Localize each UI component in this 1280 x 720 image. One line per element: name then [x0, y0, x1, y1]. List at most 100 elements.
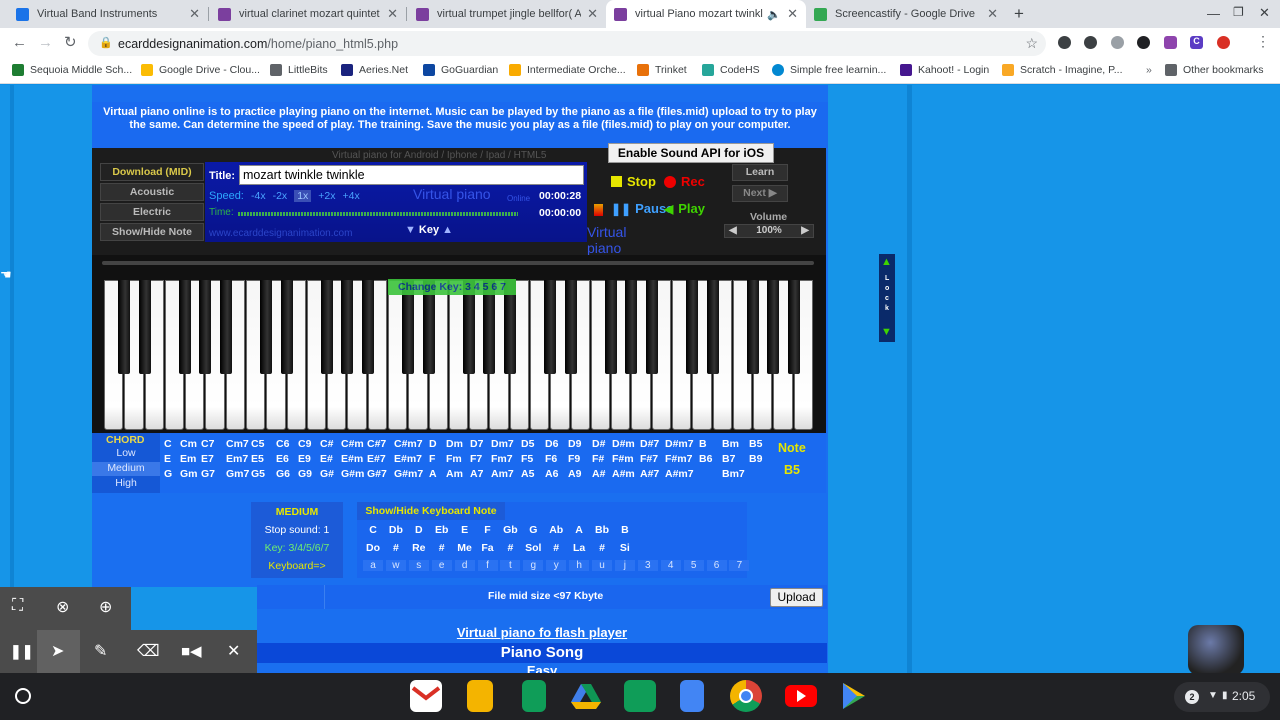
focus-mouse-icon[interactable]: ⛶ [12, 597, 23, 615]
chrome-icon[interactable] [730, 680, 762, 712]
chord-button[interactable]: D5 [521, 438, 534, 450]
note-name[interactable]: Bb [592, 524, 612, 536]
bookmark-item[interactable]: Scratch - Imagine, P... [1002, 64, 1123, 76]
tab-screencastify[interactable]: Screencastify - Google Drive ✕ [806, 0, 1006, 28]
keyboard-key[interactable]: f [477, 560, 498, 571]
keyboard-key[interactable]: 7 [729, 560, 750, 571]
black-key[interactable] [260, 280, 273, 374]
keyboard-key[interactable]: 6 [706, 560, 727, 571]
tab-piano[interactable]: virtual Piano mozart twinkle 🔈 ✕ [606, 0, 806, 28]
lock-widget[interactable]: ▲ Lock ▼ [879, 254, 895, 342]
black-key[interactable] [564, 280, 577, 374]
chord-button[interactable]: Em [180, 453, 196, 465]
chord-button[interactable]: F#m [612, 453, 634, 465]
speed-plus4x[interactable]: +4x [343, 190, 360, 202]
chord-button[interactable]: A9 [568, 468, 581, 480]
chord-button[interactable]: D [429, 438, 437, 450]
tab-trumpet[interactable]: virtual trumpet jingle bellfor( And ✕ [408, 0, 606, 28]
highlight-clicks-icon[interactable]: ⊕ [99, 597, 112, 617]
keyboard-note-toggle[interactable]: Show/Hide Keyboard Note [357, 502, 505, 520]
chord-button[interactable]: Gm [180, 468, 198, 480]
keyboard-key[interactable]: 5 [683, 560, 704, 571]
chord-button[interactable]: Gm7 [226, 468, 249, 480]
chord-mode-high[interactable]: High [92, 477, 160, 489]
chord-button[interactable]: G9 [298, 468, 312, 480]
chord-button[interactable]: Fm [446, 453, 462, 465]
time-progress-bar[interactable] [238, 212, 518, 216]
extension-icon[interactable] [1058, 36, 1071, 49]
chord-button[interactable]: B7 [722, 453, 735, 465]
black-key[interactable] [138, 280, 151, 374]
keyboard-key[interactable]: g [523, 560, 544, 571]
google-sheets-icon[interactable] [522, 680, 546, 712]
keyboard-key[interactable]: y [546, 560, 567, 571]
chord-button[interactable]: Cm7 [226, 438, 249, 450]
chord-button[interactable]: F5 [521, 453, 533, 465]
audio-playing-icon[interactable]: 🔈 [767, 8, 781, 21]
new-tab-icon[interactable]: + [1014, 4, 1024, 24]
keyboard-key[interactable]: s [408, 560, 429, 571]
status-tray[interactable]: 2 ▼ ▮ 2:05 [1174, 682, 1270, 712]
reload-icon[interactable]: ↻ [64, 33, 77, 51]
chord-button[interactable]: C [164, 438, 172, 450]
bookmark-item[interactable]: LittleBits [270, 64, 328, 76]
bookmark-item[interactable]: Simple free learnin... [772, 64, 886, 76]
note-name[interactable]: G [523, 524, 543, 536]
black-key[interactable] [706, 280, 719, 374]
google-docs-icon[interactable] [680, 680, 704, 712]
keyboard-key[interactable]: j [614, 560, 635, 571]
chord-button[interactable]: B9 [749, 453, 762, 465]
chord-button[interactable]: G [164, 468, 172, 480]
chord-button[interactable]: C#m7 [394, 438, 423, 450]
keyboard-key[interactable]: d [454, 560, 475, 571]
menu-kebab-icon[interactable]: ⋮ [1256, 33, 1270, 50]
bookmarks-overflow-icon[interactable]: » [1146, 64, 1152, 76]
back-icon[interactable]: ← [12, 34, 27, 51]
tab-clarinet[interactable]: virtual clarinet mozart quintet k5 ✕ [210, 0, 406, 28]
volume-control[interactable]: ◀ 100% ▶ [724, 224, 814, 238]
note-name[interactable]: Ab [546, 524, 566, 536]
bookmark-star-icon[interactable]: ☆ [1025, 35, 1038, 52]
chord-button[interactable]: E6 [276, 453, 289, 465]
chord-button[interactable]: G#m7 [394, 468, 423, 480]
pen-tool-icon[interactable]: ✎ [94, 641, 107, 661]
bookmark-item[interactable]: Sequoia Middle Sch... [12, 64, 132, 76]
chord-button[interactable]: E5 [251, 453, 264, 465]
keyboard-key[interactable]: u [592, 560, 612, 571]
note-name[interactable]: Gb [500, 524, 520, 536]
keyboard-key[interactable]: t [500, 560, 521, 571]
chord-button[interactable]: F6 [545, 453, 557, 465]
note-name[interactable]: Db [386, 524, 406, 536]
chord-button[interactable]: G5 [251, 468, 265, 480]
chord-button[interactable]: G7 [201, 468, 215, 480]
chord-button[interactable]: F9 [568, 453, 580, 465]
chord-button[interactable]: A# [592, 468, 605, 480]
chord-button[interactable]: C#m [341, 438, 364, 450]
solfege-name[interactable]: # [546, 542, 566, 554]
chord-button[interactable]: C#7 [367, 438, 386, 450]
chord-button[interactable]: A [429, 468, 437, 480]
solfege-name[interactable]: Fa [478, 542, 498, 554]
black-key[interactable] [544, 280, 557, 374]
speed-minus2x[interactable]: -2x [273, 190, 288, 202]
chord-button[interactable]: E#m [341, 453, 363, 465]
black-key[interactable] [179, 280, 192, 374]
chord-button[interactable]: A#m7 [665, 468, 694, 480]
bookmark-item[interactable]: Trinket [637, 64, 687, 76]
bookmark-item[interactable]: Aeries.Net [341, 64, 408, 76]
keyboard-key[interactable]: a [363, 560, 383, 571]
google-keep-icon[interactable] [467, 680, 493, 712]
chord-button[interactable]: F# [592, 453, 604, 465]
solfege-name[interactable]: La [569, 542, 589, 554]
eraser-tool-icon[interactable]: ⌫ [137, 641, 160, 661]
minimize-icon[interactable]: — [1207, 6, 1220, 21]
extension-icon[interactable]: C [1190, 36, 1203, 49]
chord-button[interactable]: Bm7 [722, 468, 745, 480]
chord-button[interactable]: A#m [612, 468, 635, 480]
floating-avatar[interactable] [1188, 625, 1244, 673]
note-name[interactable]: C [363, 524, 383, 536]
tab-virtual-band[interactable]: Virtual Band Instruments ✕ [8, 0, 208, 28]
chord-mode-low[interactable]: Low [92, 447, 160, 459]
chord-button[interactable]: E [164, 453, 171, 465]
solfege-name[interactable]: Me [455, 542, 475, 554]
